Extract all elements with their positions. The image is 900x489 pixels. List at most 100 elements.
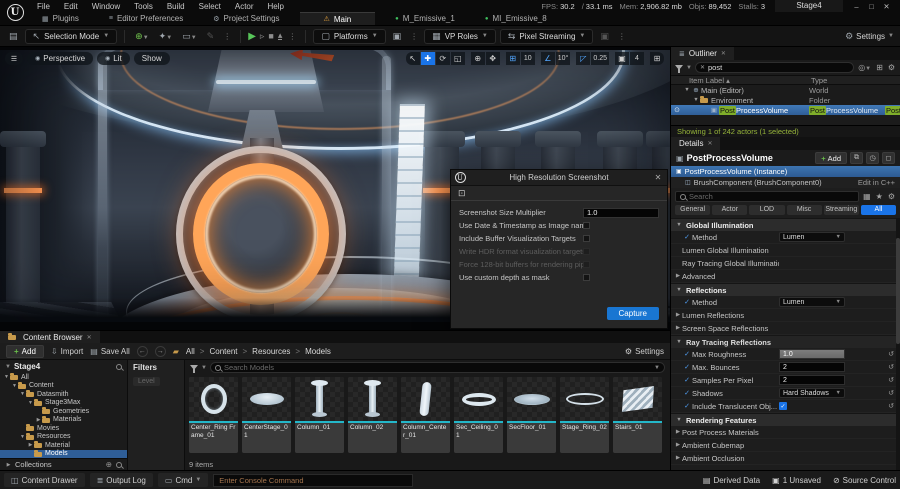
asset-tile-column-01[interactable]: Column_01	[295, 377, 344, 453]
folder-tree-item-materials[interactable]: ▶Materials	[0, 416, 127, 425]
chevron-down-icon[interactable]: ▼	[692, 97, 700, 103]
add-actor-icon[interactable]: ⊕▼	[132, 31, 152, 42]
folder-tree-icon[interactable]: ▰	[173, 347, 179, 356]
filter-tab-all[interactable]: All	[861, 205, 896, 215]
maximize-viewport-icon[interactable]: ⊞	[650, 52, 664, 65]
favorites-icon[interactable]: ★	[875, 192, 884, 201]
asset-tile-column-02[interactable]: Column_02	[348, 377, 397, 453]
asset-tile-column-center-01[interactable]: Column_Center_01	[401, 377, 450, 453]
selection-mode-dropdown[interactable]: ↖ Selection Mode ▼	[25, 29, 118, 44]
folder-tree-item-stage3max[interactable]: ▼Stage3Max	[0, 399, 127, 408]
chevron-down-icon[interactable]: ▼	[27, 400, 34, 406]
perspective-dropdown[interactable]: ◉ Perspective	[27, 52, 93, 65]
play-options-menu-icon[interactable]: ⋮	[286, 32, 298, 41]
forward-button[interactable]: →	[155, 346, 166, 357]
details-property-screen-space-reflections[interactable]: ▶Screen Space Reflections	[671, 322, 900, 335]
camera-speed-icon[interactable]: ▣	[615, 52, 629, 65]
eject-button[interactable]: ▴	[278, 32, 283, 39]
unsaved-button[interactable]: ▣ 1 Unsaved	[772, 476, 821, 485]
surface-snap-icon[interactable]: ✥	[486, 52, 500, 65]
eye-icon[interactable]: ⊙	[671, 106, 683, 114]
menu-build[interactable]: Build	[160, 2, 192, 11]
details-property-lumen-reflections[interactable]: ▶Lumen Reflections	[671, 309, 900, 322]
menu-actor[interactable]: Actor	[228, 2, 261, 11]
save-icon[interactable]: ▤	[6, 31, 21, 42]
folder-tree-item-resources[interactable]: ▼Resources	[0, 433, 127, 442]
lock-icon[interactable]: ◻	[882, 152, 895, 164]
dialog-title-bar[interactable]: U High Resolution Screenshot ✕	[451, 170, 667, 186]
back-button[interactable]: ←	[137, 346, 148, 357]
select-tool-icon[interactable]: ↖	[406, 52, 420, 65]
asset-tile-sec-ceiling-01[interactable]: Sec_Ceiling_01	[454, 377, 503, 453]
property-enabled-check-icon[interactable]: ✓	[682, 376, 692, 384]
gear-icon[interactable]: ⚙	[887, 63, 896, 72]
cmd-dropdown[interactable]: ▭ Cmd ▼	[158, 473, 208, 487]
outliner-search-box[interactable]: ✕	[695, 62, 854, 73]
stop-button[interactable]: ■	[268, 31, 273, 41]
menu-help[interactable]: Help	[261, 2, 291, 11]
clear-search-icon[interactable]: ✕	[700, 64, 705, 71]
chevron-down-icon[interactable]: ▼	[675, 222, 683, 228]
property-dropdown[interactable]: Lumen▼	[779, 297, 845, 307]
filter-tab-lod[interactable]: LOD	[749, 205, 784, 215]
show-dropdown[interactable]: Show	[134, 52, 170, 65]
close-button[interactable]: ✕	[879, 2, 894, 11]
folder-tree-item-models[interactable]: Models	[0, 450, 127, 459]
save-all-button[interactable]: ▤ Save All	[90, 347, 129, 356]
details-property-samples-per-pixel[interactable]: ✓Samples Per Pixel2↺	[671, 374, 900, 387]
chevron-down-icon[interactable]: ▼	[686, 65, 692, 71]
create-folder-icon[interactable]: ⊞	[875, 63, 884, 72]
details-property-shadows[interactable]: ✓ShadowsHard Shadows▼↺	[671, 387, 900, 400]
play-frame-skip-button[interactable]: ▹	[260, 31, 265, 42]
world-space-icon[interactable]: ⊕	[471, 52, 485, 65]
chevron-down-icon[interactable]: ▼	[683, 87, 691, 93]
outliner-row-environment[interactable]: ▼EnvironmentFolder	[671, 95, 900, 105]
source-control-button[interactable]: ⊘ Source Control	[833, 476, 896, 485]
tab-content-browser[interactable]: Content Browser ✕	[0, 331, 100, 343]
property-enabled-check-icon[interactable]: ✓	[682, 389, 692, 397]
scale-snap-icon[interactable]: ◸	[576, 52, 590, 65]
recent-search-icon[interactable]: ◎▼	[857, 63, 872, 72]
overflow-menu-icon[interactable]: ⋮	[616, 32, 628, 41]
component-tree-root[interactable]: ▣ PostProcessVolume (Instance)	[671, 166, 900, 177]
blueprint-icon[interactable]: ⧉	[850, 152, 863, 164]
chevron-down-icon[interactable]: ▼	[11, 383, 18, 389]
edit-in-cpp-link[interactable]: Edit in C++	[858, 178, 895, 187]
tab-outliner[interactable]: ≣ Outliner ✕	[671, 47, 734, 60]
close-icon[interactable]: ✕	[707, 140, 712, 147]
filter-tab-streaming[interactable]: Streaming	[824, 205, 859, 215]
close-icon[interactable]: ✕	[87, 334, 92, 341]
menu-tools[interactable]: Tools	[127, 2, 160, 11]
outliner-search-input[interactable]	[708, 63, 849, 72]
property-slider[interactable]: 1.0	[779, 349, 845, 359]
property-enabled-check-icon[interactable]: ✓	[682, 350, 692, 358]
chevron-right-icon[interactable]: ▶	[674, 273, 682, 279]
property-enabled-check-icon[interactable]: ✓	[682, 298, 692, 306]
menu-edit[interactable]: Edit	[57, 2, 85, 11]
derived-data-button[interactable]: ▤ Derived Data	[703, 476, 760, 485]
details-property-post-process-materials[interactable]: ▶Post Process Materials	[671, 426, 900, 439]
tab-main[interactable]: ⚠Main	[300, 12, 376, 25]
multi-user-icon[interactable]: ▣	[390, 31, 405, 42]
import-button[interactable]: ⇩ Import	[51, 347, 83, 356]
details-search-box[interactable]	[675, 191, 859, 202]
dialog-checkbox[interactable]	[583, 274, 590, 281]
details-property-include-translucent-obj[interactable]: ✓Include Translucent Obj...✓↺	[671, 400, 900, 413]
property-enabled-check-icon[interactable]: ✓	[682, 402, 692, 410]
breadcrumb-resources[interactable]: Resources	[252, 347, 290, 356]
property-input[interactable]: 2	[779, 362, 845, 372]
folder-tree-item-material[interactable]: ▶Material	[0, 441, 127, 450]
dialog-close-icon[interactable]: ✕	[649, 173, 667, 182]
details-section-reflections[interactable]: ▼Reflections	[671, 283, 900, 296]
rotation-snap-icon[interactable]: ∠	[541, 52, 555, 65]
asset-tile-secfloor-01[interactable]: SecFloor_01	[507, 377, 556, 453]
collections-section[interactable]: ▶ Collections ⊕	[0, 458, 127, 470]
outliner-row-main-editor[interactable]: ▼⊕Main (Editor)World	[671, 85, 900, 95]
chevron-right-icon[interactable]: ▶	[674, 325, 682, 331]
type-column-header[interactable]: Type	[811, 76, 827, 85]
component-tree-item[interactable]: ◫ BrushComponent (BrushComponent0) Edit …	[671, 177, 900, 188]
play-button[interactable]: ▶	[248, 31, 256, 42]
property-dropdown[interactable]: Lumen▼	[779, 232, 845, 242]
console-input-box[interactable]	[213, 474, 413, 487]
filter-icon[interactable]	[675, 65, 683, 70]
